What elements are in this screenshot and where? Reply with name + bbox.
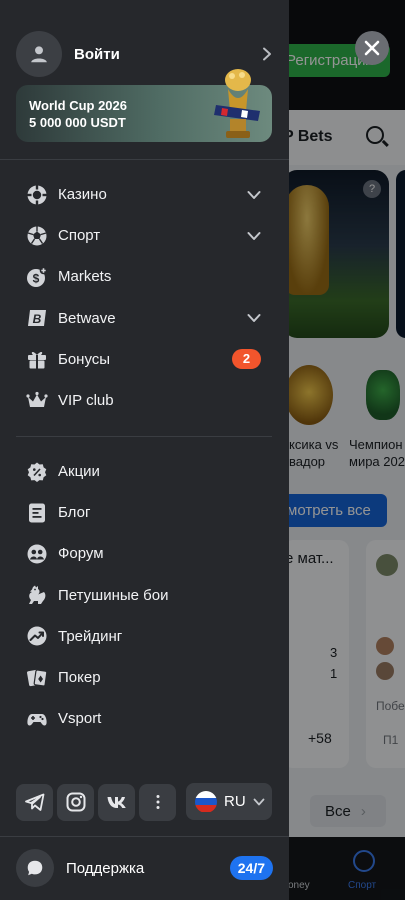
menu-item-label: Markets [58,268,112,286]
russia-flag-icon [195,790,217,813]
menu-item-label: Акции [58,463,100,481]
social-links: RU [16,783,273,821]
markets-coin-icon: $ [26,266,48,288]
svg-text:B: B [33,312,42,326]
menu-item-bonuses[interactable]: Бонусы 2 [0,339,289,380]
language-code: RU [224,793,246,810]
menu-item-label: Спорт [58,227,101,245]
avatar [16,31,62,77]
crown-icon [26,390,48,412]
primary-menu: Казино Спорт $ Markets B Betwave Бонусы … [0,174,289,421]
menu-item-label: Betwave [58,309,116,327]
menu-item-casino[interactable]: Казино [0,174,289,215]
menu-item-promotions[interactable]: Акции [0,451,289,492]
vk-icon [107,797,126,808]
telegram-icon [24,793,44,811]
promo-percent-icon [26,461,48,483]
instagram-icon [66,792,85,812]
betwave-logo-icon: B [26,307,48,329]
menu-item-label: Vsport [58,710,102,728]
chevron-down-icon [253,798,265,805]
chevron-down-icon [247,190,261,199]
soccer-ball-icon [26,225,48,247]
chevron-down-icon [247,231,261,240]
menu-item-label: Покер [58,669,101,687]
menu-item-trading[interactable]: Трейдинг [0,616,289,657]
chevron-down-icon [247,314,261,323]
login-label: Войти [74,45,120,63]
chevron-right-icon [263,47,271,61]
menu-item-sport[interactable]: Спорт [0,215,289,256]
menu-item-label: Казино [58,186,107,204]
secondary-menu: Акции Блог Форум Петушиные бои Трейдинг [0,451,289,739]
close-icon [364,40,380,56]
bonus-count-badge: 2 [232,349,261,370]
more-button[interactable] [139,783,176,821]
chat-bubble-icon [16,849,54,887]
menu-item-markets[interactable]: $ Markets [0,256,289,297]
menu-item-label: VIP club [58,392,114,410]
side-menu-drawer: Войти World Cup 2026 5 000 000 USDT Кази… [0,0,289,900]
menu-item-label: Бонусы [58,350,111,368]
blog-document-icon [26,502,48,524]
menu-item-cockfights[interactable]: Петушиные бои [0,575,289,616]
gamepad-icon [26,708,48,730]
support-hours-badge: 24/7 [229,856,273,880]
menu-item-label: Петушиные бои [58,586,169,604]
trading-chart-icon [26,625,48,647]
forum-people-icon [26,543,48,565]
more-dots-icon [156,795,159,809]
vk-button[interactable] [98,783,135,821]
svg-text:$: $ [33,271,40,285]
divider [0,159,289,160]
casino-chip-icon [26,184,48,206]
support-label: Поддержка [66,859,145,877]
menu-item-blog[interactable]: Блог [0,492,289,533]
menu-item-betwave[interactable]: B Betwave [0,298,289,339]
divider [0,836,289,837]
world-cup-promo-banner[interactable]: World Cup 2026 5 000 000 USDT [16,69,272,142]
poker-cards-icon [26,667,48,689]
telegram-button[interactable] [16,783,53,821]
language-selector[interactable]: RU [186,783,272,820]
user-icon [31,46,47,63]
support-row[interactable]: Поддержка 24/7 [16,848,273,888]
menu-item-poker[interactable]: Покер [0,657,289,698]
menu-item-forum[interactable]: Форум [0,533,289,574]
divider [16,436,272,437]
promo-prize: 5 000 000 USDT [29,115,126,130]
menu-item-label: Форум [58,545,104,563]
menu-item-label: Трейдинг [58,627,123,645]
close-menu-button[interactable] [355,31,389,65]
menu-item-label: Блог [58,504,91,522]
gift-icon [26,348,48,370]
rooster-icon [26,584,48,606]
trophy-icon [214,69,260,138]
promo-text: World Cup 2026 5 000 000 USDT [29,97,127,131]
menu-item-vsport[interactable]: Vsport [0,698,289,739]
instagram-button[interactable] [57,783,94,821]
promo-title: World Cup 2026 [29,98,128,113]
menu-item-vip-club[interactable]: VIP club [0,380,289,421]
